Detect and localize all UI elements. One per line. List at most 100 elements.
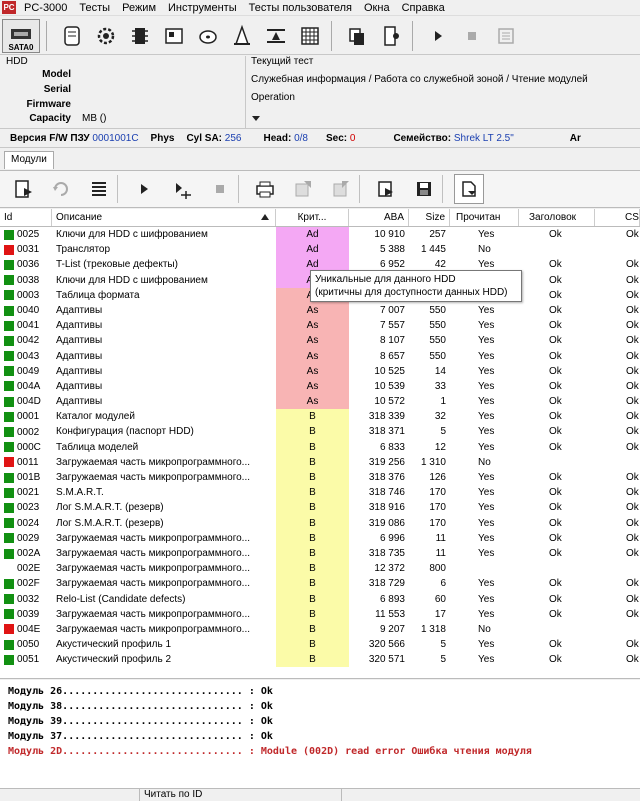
table-row[interactable]: 0023 Лог S.M.A.R.T. (резерв) B 318 916 170 Ye… bbox=[0, 500, 640, 516]
table-row[interactable]: 002E Загружаемая часть микропрограммного.… bbox=[0, 561, 640, 577]
table-row[interactable]: 0042 Адаптивы As 8 107 550 Yes Ok Ok bbox=[0, 333, 640, 349]
copy-button[interactable] bbox=[342, 20, 372, 52]
settings-button[interactable] bbox=[91, 20, 121, 52]
module-id: 0049 bbox=[17, 365, 40, 377]
table-row[interactable]: 0040 Адаптивы As 7 007 550 Yes Ok Ok bbox=[0, 302, 640, 319]
open-module-button[interactable] bbox=[8, 174, 38, 204]
table-row[interactable]: 0011 Загружаемая часть микропрограммного.… bbox=[0, 454, 640, 470]
sort-asc-icon bbox=[261, 214, 269, 220]
menu-mode[interactable]: Режим bbox=[116, 0, 162, 16]
menu-help[interactable]: Справка bbox=[396, 0, 451, 16]
cell-crit: As bbox=[276, 333, 349, 349]
head-button[interactable] bbox=[227, 20, 257, 52]
cell-id: 0002 bbox=[0, 424, 52, 439]
col-desc[interactable]: Описание bbox=[52, 209, 276, 226]
cell-head: Ok bbox=[549, 578, 562, 590]
col-size[interactable]: Size bbox=[409, 209, 450, 226]
menu-tests[interactable]: Тесты bbox=[73, 0, 116, 16]
cell-lba: 11 553 bbox=[375, 608, 405, 620]
cell-read: Yes bbox=[478, 304, 495, 316]
play-button[interactable] bbox=[423, 20, 453, 52]
col-crit[interactable]: Крит... bbox=[276, 209, 349, 226]
list-button[interactable] bbox=[84, 174, 114, 204]
cell-cs: Ok bbox=[626, 472, 639, 483]
col-head[interactable]: Заголовок bbox=[519, 209, 595, 226]
cell-lba: 8 107 bbox=[379, 335, 405, 347]
table-row[interactable]: 004A Адаптивы As 10 539 33 Yes Ok Ok bbox=[0, 378, 640, 395]
cell-cs: Ok bbox=[626, 335, 639, 347]
cell-id: 0039 bbox=[0, 607, 52, 622]
menu-windows[interactable]: Окна bbox=[358, 0, 396, 16]
exit-button[interactable] bbox=[376, 20, 406, 52]
stop-button[interactable] bbox=[205, 174, 235, 204]
cell-id: 002E bbox=[0, 561, 52, 576]
status-square-icon bbox=[4, 320, 14, 331]
play-icon bbox=[141, 184, 148, 194]
capacity-label: Capacity bbox=[29, 113, 71, 124]
cell-crit: As bbox=[276, 302, 349, 319]
col-id[interactable]: Id bbox=[0, 209, 52, 226]
cell-desc: Загружаемая часть микропрограммного... bbox=[56, 472, 251, 483]
table-row[interactable]: 002A Загружаемая часть микропрограммного.… bbox=[0, 545, 640, 562]
grid-button[interactable] bbox=[295, 20, 325, 52]
table-row[interactable]: 000C Таблица моделей B 6 833 12 Yes Ok Ok bbox=[0, 439, 640, 455]
disk-button[interactable] bbox=[193, 20, 223, 52]
cell-cs bbox=[595, 455, 640, 470]
table-row[interactable]: 0021 S.M.A.R.T. B 318 746 170 Yes Ok Ok bbox=[0, 485, 640, 501]
stop-icon bbox=[216, 185, 224, 193]
cell-cs: Ok bbox=[626, 441, 639, 453]
menu-tools[interactable]: Инструменты bbox=[162, 0, 243, 16]
table-row[interactable]: 0031 Транслятор Ad 5 388 1 445 No bbox=[0, 242, 640, 258]
table-row[interactable]: 0049 Адаптивы As 10 525 14 Yes Ok Ok bbox=[0, 363, 640, 379]
save-button[interactable] bbox=[409, 174, 439, 204]
col-cs[interactable]: CS bbox=[595, 209, 640, 226]
table-row[interactable]: 001B Загружаемая часть микропрограммного.… bbox=[0, 470, 640, 486]
cell-size: 32 bbox=[434, 411, 446, 423]
cell-id: 0042 bbox=[0, 333, 52, 348]
step-button[interactable] bbox=[167, 174, 197, 204]
table-row[interactable]: 0032 Relo-List (Candidate defects) B 6 893 6… bbox=[0, 591, 640, 607]
menu-user-tests[interactable]: Тесты пользователя bbox=[243, 0, 358, 16]
menu-pc3000[interactable]: PC-3000 bbox=[18, 0, 73, 16]
module-id: 0032 bbox=[17, 593, 40, 605]
table-row[interactable]: 004D Адаптивы As 10 572 1 Yes Ok Ok bbox=[0, 394, 640, 410]
table-row[interactable]: 0039 Загружаемая часть микропрограммного.… bbox=[0, 606, 640, 622]
tab-modules[interactable]: Модули bbox=[4, 151, 54, 169]
col-lba[interactable]: ABA bbox=[349, 209, 409, 226]
family-label: Семейство: bbox=[393, 132, 452, 144]
table-row[interactable]: 0050 Акустический профиль 1 B 320 566 5 Yes Ok… bbox=[0, 637, 640, 653]
chip-button[interactable] bbox=[125, 20, 155, 52]
col-read[interactable]: Прочитан bbox=[450, 209, 519, 226]
refresh-button[interactable] bbox=[46, 174, 76, 204]
operation-dropdown-icon[interactable] bbox=[252, 116, 260, 122]
open-file-button[interactable] bbox=[454, 174, 484, 204]
table-row[interactable]: 004E Загружаемая часть микропрограммного.… bbox=[0, 621, 640, 638]
table-row[interactable]: 0025 Ключи для HDD с шифрованием Ad 10 910 2… bbox=[0, 227, 640, 243]
cell-cs: Ok bbox=[626, 547, 639, 559]
sata-port-button[interactable]: SATA0 bbox=[2, 18, 40, 53]
play-button[interactable] bbox=[129, 174, 159, 204]
cyl-label: Cyl SA: bbox=[186, 132, 223, 144]
table-row[interactable]: 0041 Адаптивы As 7 557 550 Yes Ok Ok bbox=[0, 318, 640, 334]
cell-id: 0024 bbox=[0, 516, 52, 531]
table-row[interactable]: 0051 Акустический профиль 2 B 320 571 5 Yes Ok… bbox=[0, 652, 640, 668]
export-button[interactable] bbox=[288, 174, 318, 204]
module-id: 0042 bbox=[17, 335, 40, 347]
cell-cs: Ok bbox=[626, 304, 639, 316]
cell-desc: Адаптивы bbox=[56, 396, 103, 408]
table-row[interactable]: 0002 Конфигурация (паспорт HDD) B 318 371 5 Y… bbox=[0, 424, 640, 440]
table-row[interactable]: 002F Загружаемая часть микропрограммного.… bbox=[0, 576, 640, 592]
import-button[interactable] bbox=[326, 174, 356, 204]
print-button[interactable] bbox=[250, 174, 280, 204]
table-row[interactable]: 0043 Адаптивы As 8 657 550 Yes Ok Ok bbox=[0, 348, 640, 364]
read-modules-button[interactable] bbox=[371, 174, 401, 204]
cell-lba: 10 525 bbox=[374, 365, 405, 377]
table-row[interactable]: 0024 Лог S.M.A.R.T. (резерв) B 319 086 170 Ye… bbox=[0, 515, 640, 531]
log-button[interactable] bbox=[491, 20, 521, 52]
table-row[interactable]: 0029 Загружаемая часть микропрограммного.… bbox=[0, 530, 640, 546]
scroll-button[interactable] bbox=[57, 20, 87, 52]
stop-button[interactable] bbox=[457, 20, 487, 52]
table-row[interactable]: 0001 Каталог модулей B 318 339 32 Yes Ok Ok bbox=[0, 409, 640, 425]
align-button[interactable] bbox=[261, 20, 291, 52]
board-button[interactable] bbox=[159, 20, 189, 52]
